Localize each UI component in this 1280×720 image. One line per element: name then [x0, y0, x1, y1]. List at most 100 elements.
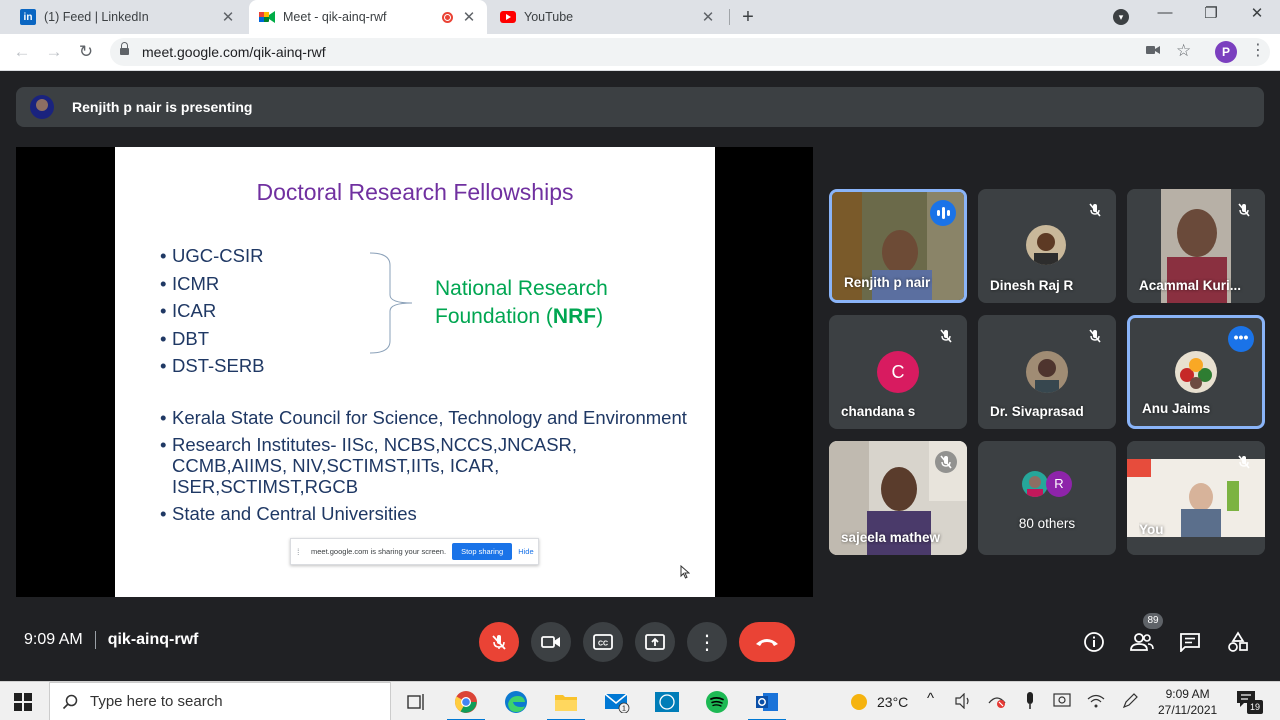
nrf-abbr: NRF	[552, 304, 597, 328]
notification-count-badge: 19	[1247, 700, 1263, 714]
tab-search-icon[interactable]: ▾	[1113, 9, 1129, 25]
bookmark-star-icon[interactable]: ☆	[1176, 41, 1191, 61]
participant-tile[interactable]: sajeela mathew	[829, 441, 967, 555]
clock-date: 27/11/2021	[1158, 703, 1218, 717]
linkedin-icon: in	[20, 9, 36, 25]
search-input[interactable]	[90, 693, 370, 710]
reload-icon[interactable]: ↻	[75, 41, 97, 63]
slide-bullet: Kerala State Council for Science, Techno…	[160, 407, 690, 428]
participant-name: Dinesh Raj R	[990, 278, 1074, 293]
wifi-icon[interactable]	[1085, 690, 1107, 712]
slide-bullet: DBT	[160, 325, 265, 353]
close-icon[interactable]: ✕	[700, 8, 716, 26]
chat-button[interactable]	[1176, 628, 1204, 656]
minimize-icon[interactable]: —	[1153, 4, 1177, 21]
close-icon[interactable]: ✕	[220, 8, 236, 26]
chrome-icon[interactable]	[447, 689, 485, 720]
tab-meet[interactable]: Meet - qik-ainq-rwf ✕	[249, 0, 487, 34]
mouse-cursor-icon	[680, 564, 691, 582]
back-arrow-icon[interactable]: ←	[11, 41, 33, 63]
browser-menu-icon[interactable]: ⋮	[1250, 40, 1266, 60]
avatar	[1026, 351, 1068, 393]
nrf-text: National Research Foundation (NRF)	[435, 275, 608, 330]
captions-button[interactable]: CC	[583, 622, 623, 662]
hide-button[interactable]: Hide	[518, 547, 533, 556]
pen-icon[interactable]	[1119, 690, 1141, 712]
outlook-icon[interactable]	[748, 689, 786, 720]
dell-app-icon[interactable]	[654, 689, 680, 715]
close-icon[interactable]: ✕	[461, 8, 477, 26]
closed-captions-icon: CC	[593, 634, 613, 650]
info-icon	[1084, 632, 1104, 652]
profile-avatar[interactable]: P	[1215, 41, 1237, 63]
participant-tile[interactable]: Dinesh Raj R	[978, 189, 1116, 303]
others-count: 80 others	[1018, 516, 1076, 531]
hang-up-icon	[756, 639, 778, 646]
mic-off-icon	[1084, 199, 1106, 221]
chevron-up-icon[interactable]: ^	[927, 690, 934, 707]
screen-capture-icon[interactable]	[1051, 690, 1073, 712]
slide-bullet: DST-SERB	[160, 352, 265, 380]
windows-start-icon[interactable]	[14, 693, 32, 711]
participant-tile[interactable]: Renjith p nair	[829, 189, 967, 303]
participant-name: You	[1139, 522, 1164, 537]
network-status-icon[interactable]	[986, 690, 1008, 712]
avatar: R	[1046, 471, 1072, 497]
more-options-icon[interactable]: •••	[1228, 326, 1254, 352]
presentation-stage[interactable]: Doctoral Research Fellowships UGC-CSIR I…	[16, 147, 813, 597]
lock-icon[interactable]	[120, 42, 129, 57]
url-text: meet.google.com/qik-ainq-rwf	[142, 44, 326, 60]
others-tile[interactable]: R 80 others	[978, 441, 1116, 555]
share-notice-text: meet.google.com is sharing your screen.	[311, 547, 447, 556]
taskbar-search[interactable]	[49, 682, 391, 720]
stop-sharing-button[interactable]: Stop sharing	[452, 543, 513, 560]
self-tile[interactable]: You	[1127, 441, 1265, 555]
task-view-icon[interactable]	[403, 689, 429, 715]
meeting-details-button[interactable]	[1080, 628, 1108, 656]
more-vertical-icon: ⋮	[697, 631, 717, 654]
tab-separator	[729, 9, 730, 25]
activities-button[interactable]	[1224, 628, 1252, 656]
slide-bullet: Research Institutes- IISc, NCBS,NCCS,JNC…	[160, 434, 690, 497]
more-options-button[interactable]: ⋮	[687, 622, 727, 662]
mail-icon[interactable]: 1	[604, 689, 630, 715]
weather-sun-icon[interactable]	[846, 689, 872, 715]
leave-call-button[interactable]	[739, 622, 795, 662]
windows-taskbar: 1 23°C ^ 9:09 AM 27/11/2021	[0, 681, 1280, 720]
present-now-button[interactable]	[635, 622, 675, 662]
tab-title: Meet - qik-ainq-rwf	[283, 10, 387, 24]
camera-toggle-button[interactable]	[531, 622, 571, 662]
participant-tile[interactable]: Dr. Sivaprasad	[978, 315, 1116, 429]
microphone-icon[interactable]	[1020, 690, 1040, 712]
presenting-banner: Renjith p nair is presenting	[16, 87, 1264, 127]
tab-linkedin[interactable]: in (1) Feed | LinkedIn ✕	[10, 0, 246, 34]
tab-youtube[interactable]: YouTube ✕	[490, 0, 726, 34]
meeting-details: 9:09 AM qik-ainq-rwf	[24, 631, 198, 649]
edge-icon[interactable]	[503, 689, 529, 715]
presentation-slide: Doctoral Research Fellowships UGC-CSIR I…	[115, 147, 715, 597]
slide-title: Doctoral Research Fellowships	[256, 179, 574, 205]
nrf-line1: National Research	[435, 277, 608, 300]
screen-share-notice: ⁞ meet.google.com is sharing your screen…	[290, 538, 539, 565]
window-close-icon[interactable]: ✕	[1245, 4, 1269, 22]
mic-off-icon	[1233, 199, 1255, 221]
new-tab-button[interactable]: +	[737, 6, 759, 28]
forward-arrow-icon[interactable]: →	[43, 41, 65, 63]
restore-icon[interactable]: ❐	[1199, 4, 1223, 22]
participant-tile[interactable]: C chandana s	[829, 315, 967, 429]
file-explorer-icon[interactable]	[547, 689, 585, 720]
mic-toggle-button[interactable]	[479, 622, 519, 662]
taskbar-clock[interactable]: 9:09 AM 27/11/2021	[1158, 686, 1217, 718]
spotify-icon[interactable]	[704, 689, 730, 715]
drag-handle-icon[interactable]: ⁞	[297, 547, 301, 557]
participant-tile[interactable]: Acammal Kuri...	[1127, 189, 1265, 303]
camera-permission-icon[interactable]	[1146, 43, 1160, 60]
speaker-icon[interactable]	[953, 690, 975, 712]
address-bar[interactable]: meet.google.com/qik-ainq-rwf ☆	[110, 38, 1270, 66]
people-button[interactable]	[1128, 628, 1156, 656]
meeting-controls-bar: 9:09 AM qik-ainq-rwf CC ⋮	[0, 600, 1280, 680]
slide-bullet: ICAR	[160, 297, 265, 325]
participant-tile[interactable]: ••• Anu Jaims	[1127, 315, 1265, 429]
temperature[interactable]: 23°C	[877, 694, 908, 710]
divider	[94, 631, 96, 649]
